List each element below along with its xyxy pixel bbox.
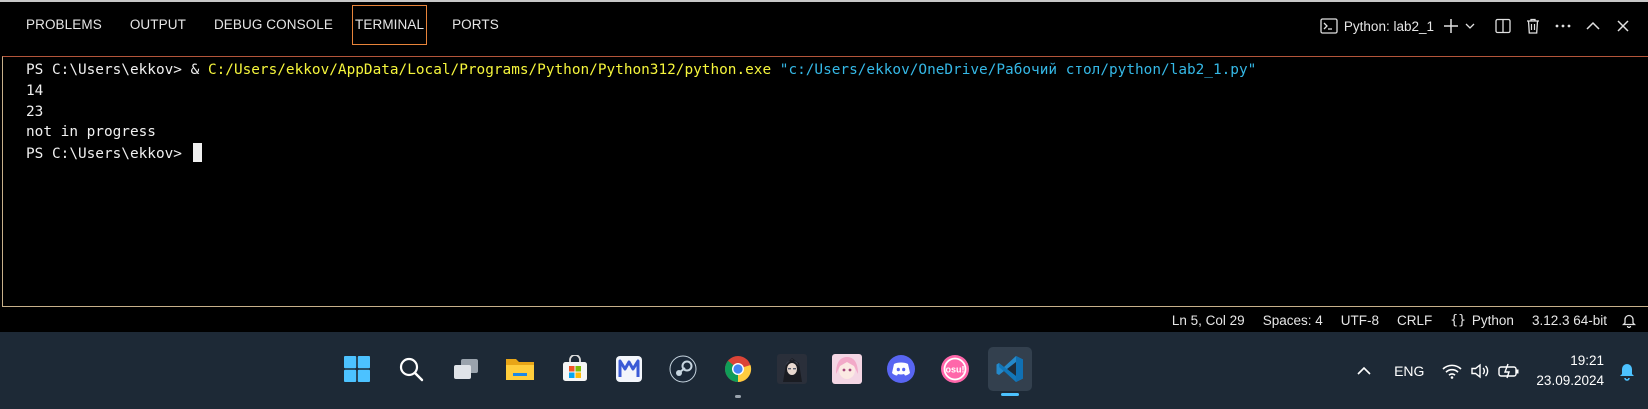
kill-terminal-button[interactable] [1518, 11, 1548, 41]
status-language[interactable]: {} Python [1441, 313, 1523, 328]
notifications-button[interactable] [1616, 313, 1646, 328]
show-hidden-icons-button[interactable] [1352, 366, 1376, 375]
vscode-icon [996, 356, 1023, 382]
terminal-output[interactable]: PS C:\Users\ekkov> & C:/Users/ekkov/AppD… [2, 56, 1648, 307]
windows-start-icon [344, 356, 370, 382]
terminal-selector[interactable]: Python: lab2_1 [1320, 18, 1434, 34]
clock[interactable]: 19:21 23.09.2024 [1536, 351, 1604, 391]
more-actions-button[interactable] [1548, 11, 1578, 41]
tab-terminal[interactable]: TERMINAL [352, 5, 428, 45]
m-app-icon [615, 356, 642, 382]
more-icon [1555, 24, 1571, 28]
wifi-icon [1442, 364, 1462, 379]
task-view-icon [453, 359, 478, 379]
chevron-down-icon [1465, 23, 1475, 29]
chrome-button[interactable] [716, 347, 760, 398]
panel-tabs: PROBLEMS OUTPUT DEBUG CONSOLE TERMINAL P… [14, 4, 515, 46]
svg-text:osu!: osu! [946, 365, 965, 375]
close-panel-button[interactable] [1608, 11, 1638, 41]
game-app-button[interactable] [770, 347, 814, 391]
trash-icon [1527, 18, 1539, 34]
prompt: PS C:\Users\ekkov> [26, 146, 191, 163]
braces-icon: {} [1450, 312, 1466, 328]
chrome-icon [724, 356, 751, 383]
terminal-cursor [192, 143, 202, 163]
bell-icon [1620, 363, 1634, 381]
microsoft-store-icon [562, 355, 587, 381]
search-icon [400, 357, 424, 382]
start-button[interactable] [335, 347, 379, 391]
clock-date: 23.09.2024 [1536, 372, 1604, 388]
anime-avatar-icon [831, 354, 862, 384]
tab-output[interactable]: OUTPUT [118, 5, 198, 45]
system-tray: ENG 19:21 23.09.2024 [1352, 332, 1648, 409]
file-explorer-icon [506, 359, 535, 380]
split-icon [1495, 18, 1511, 34]
tab-ports[interactable]: PORTS [440, 5, 511, 45]
maximize-panel-button[interactable] [1578, 11, 1608, 41]
tab-debug-console[interactable]: DEBUG CONSOLE [202, 5, 345, 45]
panel-actions: Python: lab2_1 [1320, 6, 1648, 46]
file-explorer-button[interactable] [498, 347, 542, 391]
discord-icon [886, 355, 915, 383]
terminal-output-line: not in progress [26, 124, 156, 141]
osu-button[interactable]: osu! [933, 347, 977, 391]
terminal-output-line: 23 [26, 103, 44, 120]
command-argument: "c:/Users/ekkov/OneDrive/Рабочий стол/py… [779, 62, 1257, 78]
chevron-up-icon [1357, 366, 1371, 375]
running-indicator [734, 395, 741, 398]
plus-icon [1444, 19, 1458, 33]
status-eol[interactable]: CRLF [1388, 313, 1441, 328]
discord-button[interactable] [879, 347, 923, 391]
tab-problems[interactable]: PROBLEMS [14, 5, 114, 45]
osu-icon: osu! [941, 355, 970, 383]
steam-icon [669, 355, 697, 383]
notification-center-button[interactable] [1618, 361, 1636, 381]
terminal-command-line: PS C:\Users\ekkov> & C:/Users/ekkov/AppD… [26, 60, 1648, 81]
status-cursor-position[interactable]: Ln 5, Col 29 [1163, 313, 1254, 328]
terminal-icon [1320, 18, 1338, 34]
terminal-output-line: 14 [26, 82, 44, 99]
panel-header: PROBLEMS OUTPUT DEBUG CONSOLE TERMINAL P… [0, 0, 1648, 50]
status-encoding[interactable]: UTF-8 [1332, 313, 1388, 328]
terminal-name: Python: lab2_1 [1343, 18, 1434, 34]
steam-button[interactable] [661, 347, 705, 391]
search-button[interactable] [389, 347, 433, 391]
split-terminal-button[interactable] [1488, 11, 1518, 41]
vscode-button[interactable] [987, 347, 1032, 396]
volume-icon [1471, 363, 1489, 378]
quick-settings-button[interactable] [1442, 363, 1520, 379]
command-ampersand: & [190, 62, 208, 78]
active-indicator [1000, 393, 1019, 396]
status-interpreter[interactable]: 3.12.3 64-bit [1523, 313, 1616, 328]
new-terminal-button[interactable] [1440, 11, 1462, 41]
input-language[interactable]: ENG [1394, 363, 1424, 379]
status-language-label: Python [1471, 312, 1514, 328]
bell-icon [1622, 314, 1636, 328]
status-indentation[interactable]: Spaces: 4 [1254, 313, 1332, 328]
taskbar-apps: osu! [335, 341, 1042, 398]
terminal-dropdown-button[interactable] [1462, 11, 1478, 41]
command-executable: C:/Users/ekkov/AppData/Local/Programs/Py… [207, 62, 772, 78]
terminal-prompt-line: PS C:\Users\ekkov> [26, 143, 1648, 164]
battery-icon [1498, 363, 1519, 378]
game-avatar-icon [777, 354, 808, 384]
m-app-button[interactable] [607, 347, 651, 391]
close-icon [1617, 20, 1629, 32]
status-bar: Ln 5, Col 29 Spaces: 4 UTF-8 CRLF {} Pyt… [0, 308, 1648, 332]
microsoft-store-button[interactable] [553, 347, 597, 391]
prompt: PS C:\Users\ekkov> [26, 62, 191, 78]
taskbar: osu! ENG 19:21 23.09.2024 [0, 332, 1648, 409]
clock-time: 19:21 [1570, 352, 1604, 368]
anime-app-button[interactable] [825, 347, 869, 391]
chevron-up-icon [1586, 21, 1600, 30]
task-view-button[interactable] [444, 347, 488, 391]
